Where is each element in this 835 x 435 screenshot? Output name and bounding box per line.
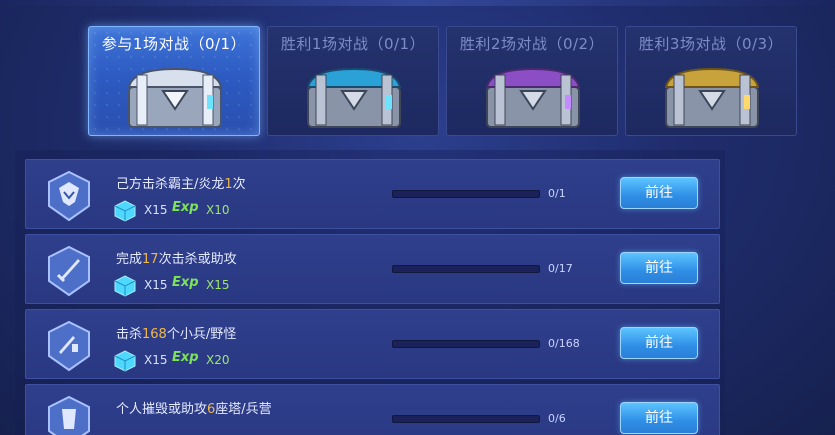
cube-icon <box>114 275 136 297</box>
progress-text: 0/6 <box>548 412 566 425</box>
exp-icon: Exp <box>172 200 199 215</box>
cube-quantity: X15 <box>144 203 168 217</box>
tower-destroy-icon <box>48 395 90 435</box>
task-title: 个人摧毁或助攻6座塔/兵营 <box>116 402 272 417</box>
tab-win-2[interactable]: 胜利2场对战（0/2） <box>446 26 618 136</box>
cube-icon <box>114 350 136 372</box>
go-button[interactable]: 前往 <box>620 402 698 434</box>
task-title: 完成17次击杀或助攻 <box>116 252 237 267</box>
cube-icon <box>114 200 136 222</box>
progress-bar <box>392 340 540 348</box>
exp-quantity: X15 <box>206 278 230 292</box>
cube-quantity: X15 <box>144 278 168 292</box>
tab-title: 胜利1场对战（0/1） <box>280 35 426 53</box>
progress-text: 0/1 <box>548 187 566 200</box>
minion-kill-icon <box>48 320 90 372</box>
sword-icon <box>48 245 90 297</box>
go-button[interactable]: 前往 <box>620 327 698 359</box>
go-button[interactable]: 前往 <box>620 177 698 209</box>
tab-win-3[interactable]: 胜利3场对战（0/3） <box>625 26 797 136</box>
progress-bar <box>392 265 540 273</box>
tab-title: 胜利2场对战（0/2） <box>459 35 605 53</box>
tab-win-1[interactable]: 胜利1场对战（0/1） <box>267 26 439 136</box>
progress-text: 0/168 <box>548 337 580 350</box>
task-title: 己方击杀霸主/炎龙1次 <box>116 177 246 192</box>
overlord-kill-icon <box>48 170 90 222</box>
exp-icon: Exp <box>172 275 199 290</box>
exp-quantity: X20 <box>206 353 230 367</box>
task-row: 完成17次击杀或助攻 X15 Exp X15 0/17 前往 <box>25 234 720 304</box>
task-row: 击杀168个小兵/野怪 X15 Exp X20 0/168 前往 <box>25 309 720 379</box>
purple-chest-icon <box>485 67 581 128</box>
tab-title: 胜利3场对战（0/3） <box>638 35 784 53</box>
silver-chest-icon <box>127 67 223 128</box>
progress-text: 0/17 <box>548 262 573 275</box>
progress-bar <box>392 190 540 198</box>
blue-chest-icon <box>306 67 402 128</box>
task-title: 击杀168个小兵/野怪 <box>116 327 237 342</box>
go-button[interactable]: 前往 <box>620 252 698 284</box>
task-row: 个人摧毁或助攻6座塔/兵营 0/6 前往 <box>25 384 720 435</box>
progress-bar <box>392 415 540 423</box>
cube-quantity: X15 <box>144 353 168 367</box>
exp-icon: Exp <box>172 350 199 365</box>
tab-title: 参与1场对战（0/1） <box>101 35 247 53</box>
exp-quantity: X10 <box>206 203 230 217</box>
tab-participate-1[interactable]: 参与1场对战（0/1） <box>88 26 260 136</box>
task-row: 己方击杀霸主/炎龙1次 X15 Exp X10 0/1 前往 <box>25 159 720 229</box>
top-edge <box>0 0 835 6</box>
gold-chest-icon <box>664 67 760 128</box>
